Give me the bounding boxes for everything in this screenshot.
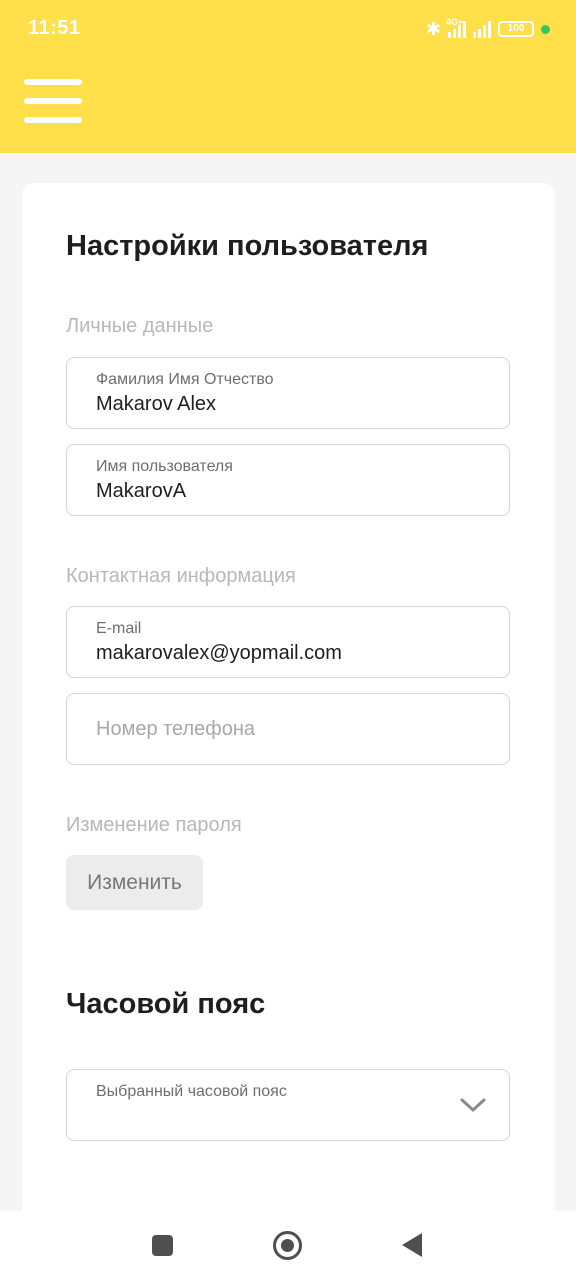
email-label: E-mail [96,620,142,637]
phone-field[interactable]: Номер телефона [66,693,510,765]
password-change-label: Изменение пароля [66,814,242,836]
app-header: 11:51 ✱ 4G+ 100 [0,0,576,153]
full-name-field[interactable]: Фамилия Имя Отчество Makarov Alex [66,357,510,429]
timezone-select-label: Выбранный часовой пояс [96,1083,287,1100]
signal-4g-icon: 4G+ [446,17,466,38]
email-field[interactable]: E-mail makarovalex@yopmail.com [66,606,510,678]
phone-placeholder[interactable]: Номер телефона [96,718,255,741]
username-field[interactable]: Имя пользователя MakarovA [66,444,510,516]
user-settings-title: Настройки пользователя [66,230,429,262]
status-time: 11:51 [28,17,81,39]
change-password-button[interactable]: Изменить [66,855,203,910]
chevron-down-icon[interactable] [459,1096,487,1114]
triangle-back-icon[interactable] [402,1233,422,1257]
full-name-value[interactable]: Makarov Alex [96,393,476,416]
hamburger-menu-icon[interactable] [24,79,82,123]
bluetooth-icon: ✱ [425,18,441,39]
square-icon[interactable] [152,1235,173,1256]
timezone-title: Часовой пояс [66,988,266,1020]
timezone-select[interactable]: Выбранный часовой пояс [66,1069,510,1141]
username-label: Имя пользователя [96,458,233,475]
username-value[interactable]: MakarovA [96,480,476,503]
battery-icon: 100 [498,21,534,37]
contact-info-label: Контактная информация [66,565,296,587]
settings-card: Настройки пользователя Личные данные Фам… [22,183,555,1280]
privacy-indicator-dot [541,24,550,34]
signal-icon [473,20,491,38]
email-value[interactable]: makarovalex@yopmail.com [96,642,476,665]
circle-icon[interactable] [273,1231,302,1260]
status-icons: ✱ 4G+ 100 [426,17,550,41]
network-label: 4G+ [446,17,464,27]
personal-data-label: Личные данные [66,315,214,337]
full-name-label: Фамилия Имя Отчество [96,371,274,388]
system-navigation-bar [0,1211,576,1280]
